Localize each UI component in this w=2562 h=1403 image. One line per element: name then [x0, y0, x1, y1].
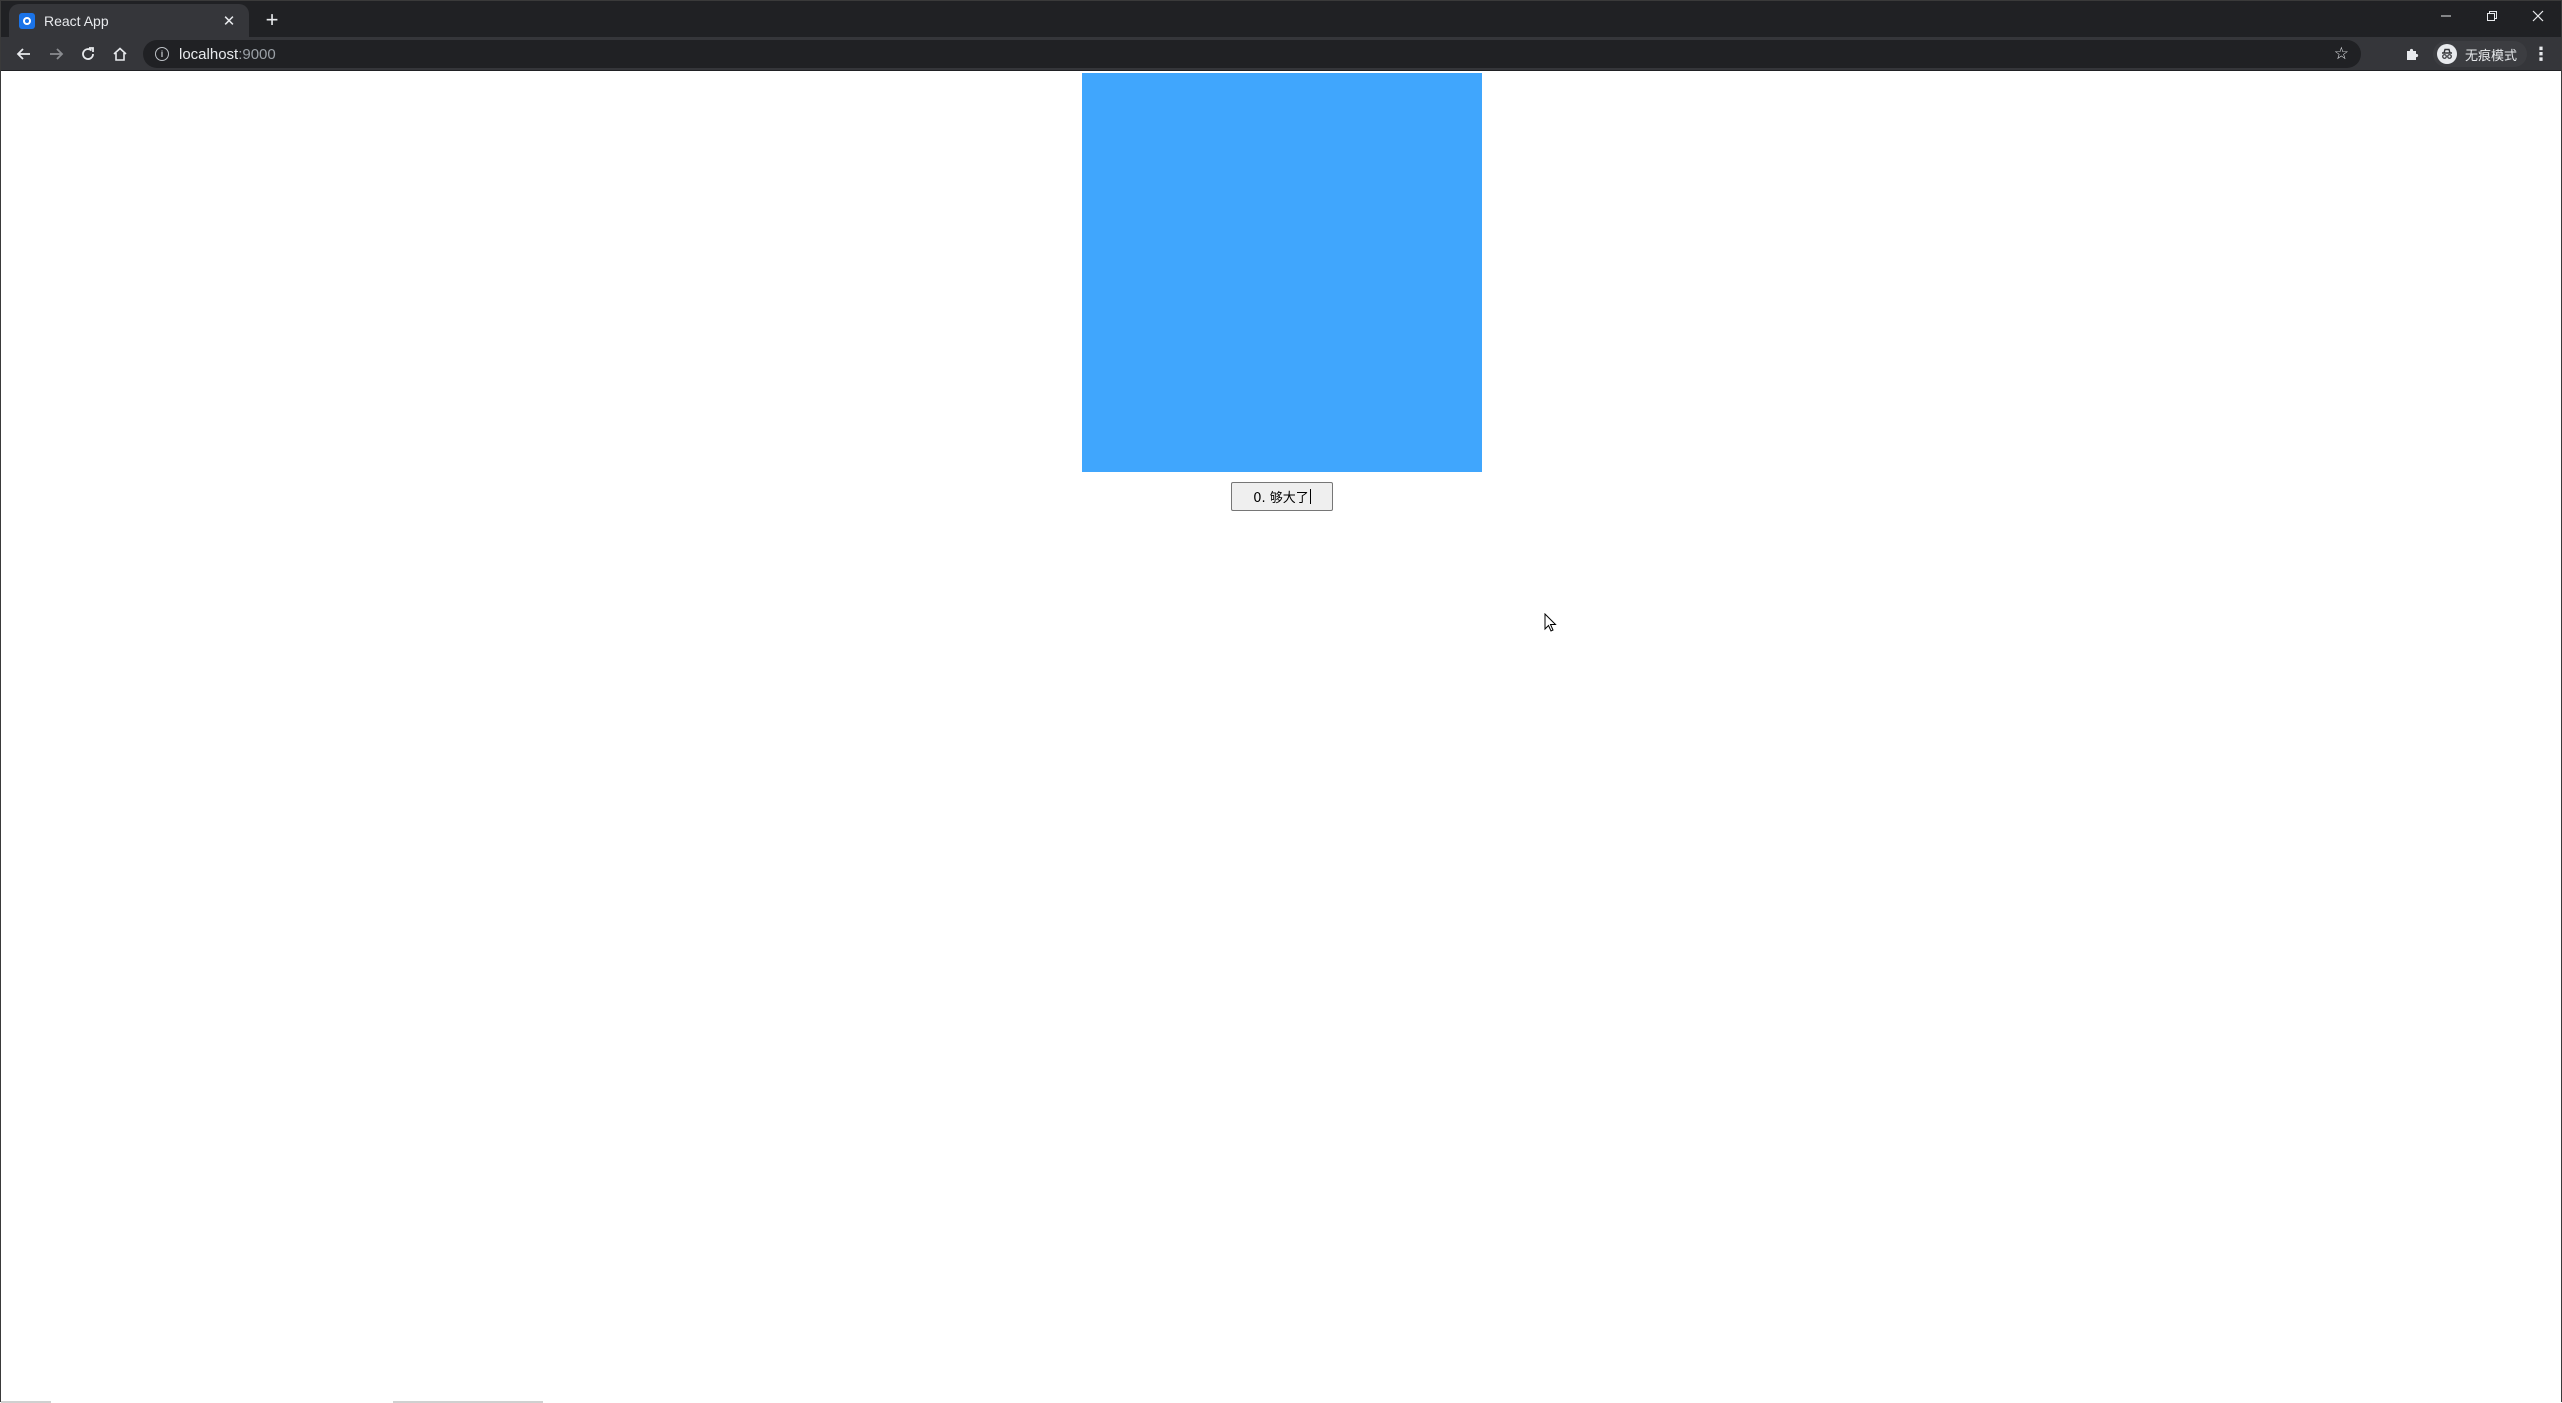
new-tab-button[interactable]: + — [259, 7, 285, 33]
grow-button[interactable]: 0. 够大了 — [1231, 482, 1333, 511]
blue-square — [1082, 73, 1482, 472]
close-window-button[interactable] — [2515, 1, 2561, 31]
url-host: localhost — [179, 45, 239, 63]
mouse-cursor-icon — [1544, 612, 1558, 638]
window-controls — [2423, 1, 2561, 33]
incognito-label: 无痕模式 — [2465, 47, 2518, 63]
home-icon[interactable] — [107, 41, 133, 67]
star-icon[interactable]: ☆ — [2334, 44, 2349, 64]
reload-icon[interactable] — [75, 41, 101, 67]
tab-strip: React App ✕ + — [1, 1, 2561, 37]
more-menu-icon[interactable]: ⋮ — [2531, 43, 2551, 65]
tab-close-icon[interactable]: ✕ — [219, 11, 239, 31]
forward-arrow-icon[interactable] — [43, 41, 69, 67]
page-content: 0. 够大了 — [1, 71, 2561, 1403]
browser-toolbar: i localhost:9000 ☆ 无痕模式 ⋮ — [1, 37, 2561, 71]
restore-button[interactable] — [2469, 1, 2515, 31]
tab-react-app[interactable]: React App ✕ — [9, 4, 249, 37]
address-bar[interactable]: i localhost:9000 ☆ — [143, 40, 2361, 68]
minimize-button[interactable] — [2423, 1, 2469, 31]
browser-window: React App ✕ + i localhost:9000 ☆ 无痕模式 ⋮… — [0, 0, 2562, 1403]
incognito-profile-button[interactable]: 无痕模式 — [2433, 41, 2528, 67]
grow-button-label: 0. 够大了 — [1253, 491, 1309, 506]
tab-title: React App — [44, 12, 109, 29]
incognito-icon — [2437, 44, 2457, 64]
info-icon[interactable]: i — [155, 47, 169, 61]
react-app-icon — [19, 12, 35, 29]
extensions-icon[interactable] — [2401, 43, 2423, 65]
url-port: :9000 — [238, 45, 276, 63]
text-caret — [1309, 489, 1311, 504]
back-arrow-icon[interactable] — [11, 41, 37, 67]
